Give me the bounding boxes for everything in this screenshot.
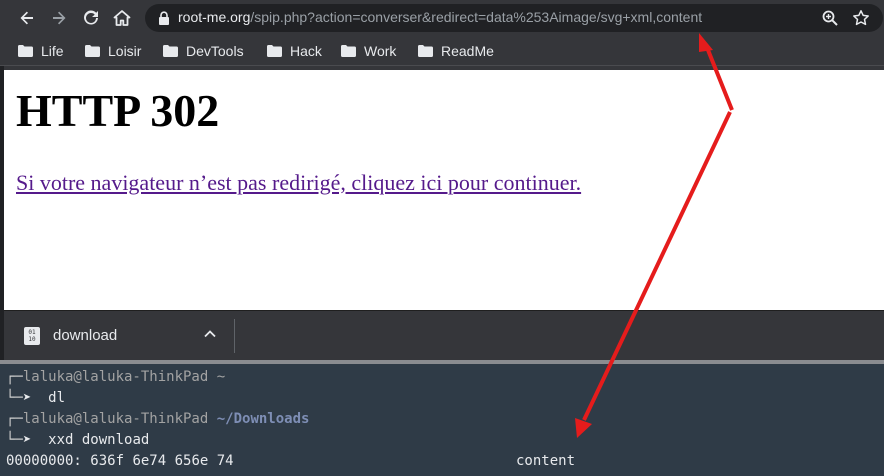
terminal-command-line: └─➤ dl (6, 390, 66, 406)
shelf-divider (234, 319, 235, 353)
terminal-output-offset: 00000000: 636f 6e74 656e 74 (6, 453, 234, 469)
folder-icon (85, 45, 100, 57)
terminal-command-line: └─➤ xxd download (6, 432, 150, 448)
address-bar[interactable]: root-me.org/spip.php?action=converser&re… (145, 4, 883, 32)
bookmark-life[interactable]: Life (18, 42, 64, 60)
home-icon[interactable] (111, 7, 133, 29)
bookmark-star-icon[interactable] (852, 9, 870, 27)
folder-icon (267, 45, 282, 57)
terminal-prompt-line: ┌─laluka@laluka-ThinkPad ~ (6, 369, 226, 385)
forward-arrow-icon[interactable] (48, 7, 70, 29)
url-text[interactable]: root-me.org/spip.php?action=converser&re… (178, 9, 702, 25)
reload-icon[interactable] (80, 7, 102, 29)
bookmarks-bar: Life Loisir DevTools Hack Work ReadMe (0, 36, 884, 66)
bookmark-work[interactable]: Work (341, 42, 396, 60)
page-title: HTTP 302 (16, 85, 220, 136)
folder-icon (163, 45, 178, 57)
page-viewport: HTTP 302 Si votre navigateur n’est pas r… (4, 70, 884, 310)
folder-icon (18, 45, 33, 57)
folder-icon (341, 45, 356, 57)
bookmark-readme[interactable]: ReadMe (418, 42, 494, 60)
bookmark-loisir[interactable]: Loisir (85, 42, 141, 60)
back-arrow-icon[interactable] (16, 7, 38, 29)
browser-toolbar: root-me.org/spip.php?action=converser&re… (0, 0, 884, 36)
zoom-icon[interactable] (821, 9, 839, 27)
terminal-prompt-line: ┌─laluka@laluka-ThinkPad ~/Downloads (6, 411, 310, 427)
bookmark-hack[interactable]: Hack (267, 42, 322, 60)
terminal-window[interactable]: ┌─laluka@laluka-ThinkPad ~ └─➤ dl ┌─lalu… (0, 364, 884, 476)
chevron-up-icon[interactable] (203, 329, 217, 339)
lock-icon[interactable] (158, 11, 170, 25)
folder-icon (418, 45, 433, 57)
download-file-name: download (53, 327, 118, 344)
bookmark-devtools[interactable]: DevTools (163, 42, 244, 60)
terminal-output-ascii: content (516, 453, 576, 469)
binary-file-icon: 01 10 (24, 327, 40, 345)
download-shelf: 01 10 download (4, 310, 884, 360)
redirect-link[interactable]: Si votre navigateur n’est pas redirigé, … (16, 170, 581, 196)
